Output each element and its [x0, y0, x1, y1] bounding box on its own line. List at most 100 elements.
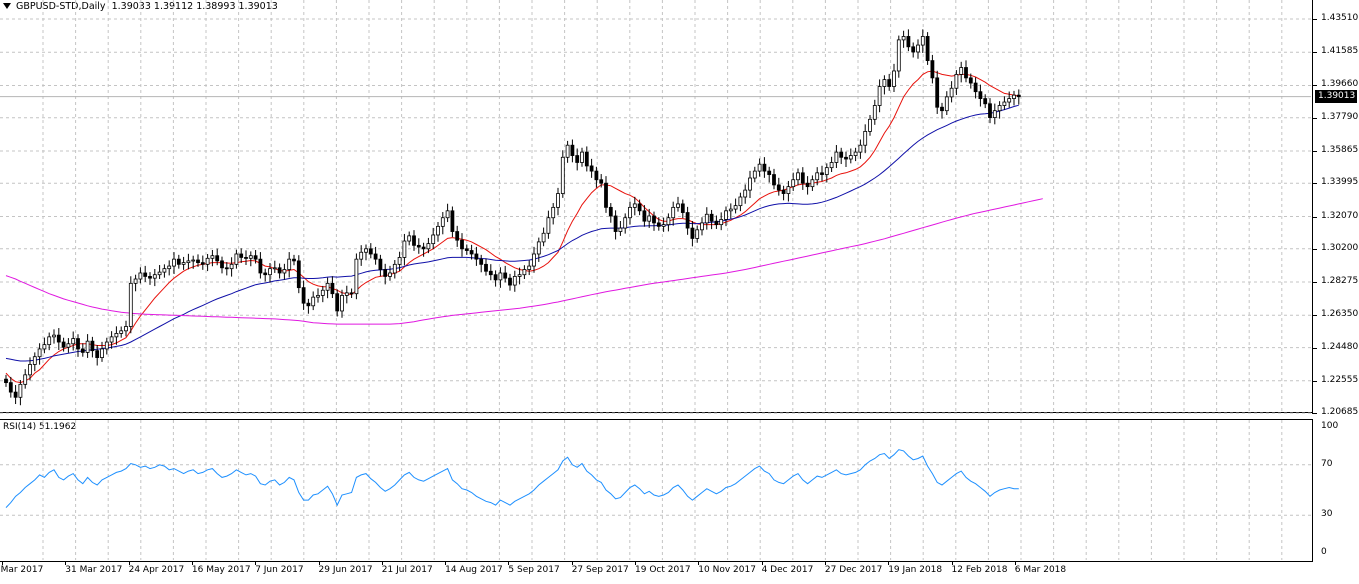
candle-body: [272, 267, 277, 270]
candle-body: [119, 330, 124, 334]
candle-body: [109, 336, 114, 343]
candle-body: [767, 170, 772, 175]
candle-body: [282, 269, 287, 274]
candle-body: [42, 344, 47, 350]
candle-body: [426, 243, 431, 250]
candle-body: [340, 295, 344, 312]
candle-body: [450, 210, 455, 232]
candle-body: [556, 193, 560, 208]
candle-body: [916, 44, 920, 53]
candle-body: [349, 292, 354, 295]
candle-body: [464, 248, 469, 251]
candle-body: [954, 74, 959, 89]
candle-body: [224, 267, 229, 270]
candle-body: [421, 246, 426, 250]
candle-body: [527, 265, 532, 270]
candle-body: [714, 220, 719, 226]
date-tick-label: 6 Mar 2018: [1014, 565, 1067, 575]
candle-body: [728, 208, 733, 212]
candle-body: [522, 269, 527, 276]
candle-body: [263, 272, 268, 276]
candle-body: [172, 258, 176, 267]
price-tick: [1312, 248, 1317, 250]
candle-body: [325, 282, 330, 291]
candle-body: [796, 172, 800, 181]
candle-body: [287, 258, 292, 270]
date-tick-label: 5 Sep 2017: [508, 565, 560, 575]
candle-body: [388, 272, 392, 277]
price-tick-label: 1.33995: [1321, 177, 1359, 188]
candle-body: [32, 356, 37, 365]
date-tick-label: 4 Dec 2017: [761, 565, 814, 575]
date-tick-label: 12 Feb 2018: [951, 565, 1008, 575]
candle-body: [335, 293, 340, 312]
candle-body: [234, 253, 239, 265]
candle-body: [570, 144, 575, 156]
candle-body: [820, 172, 824, 175]
candle-body: [676, 203, 680, 208]
candle-body: [493, 274, 498, 281]
candle-body: [354, 258, 359, 295]
candle-body: [392, 263, 397, 274]
candle-body: [397, 257, 402, 265]
candle-body: [47, 336, 52, 346]
candle-body: [810, 179, 815, 188]
candle-body: [973, 82, 978, 93]
candle-body: [940, 106, 944, 112]
price-tick-label: 1.22555: [1321, 374, 1359, 385]
candle-body: [680, 203, 685, 213]
candle-body: [925, 36, 930, 62]
price-tick: [1312, 315, 1317, 317]
candle-body: [834, 151, 839, 163]
candle-body: [412, 235, 416, 246]
price-tick-label: 1.20685: [1321, 407, 1359, 418]
candle-body: [1012, 94, 1016, 99]
candle-body: [748, 177, 752, 191]
candle-body: [200, 262, 205, 265]
candle-body: [52, 334, 56, 338]
candle-body: [647, 215, 652, 222]
candle-body: [114, 333, 119, 338]
candle-body: [104, 341, 109, 350]
price-tick-label: 1.39660: [1321, 79, 1359, 90]
rsi-tick-label: 0: [1321, 547, 1327, 557]
rsi-tick-label: 100: [1321, 421, 1339, 431]
candle-body: [474, 253, 479, 260]
candle-body: [253, 255, 258, 260]
candle-body: [402, 240, 407, 258]
candle-body: [296, 260, 301, 289]
price-tick-label: 1.30200: [1321, 242, 1359, 253]
candle-body: [364, 248, 368, 253]
candle-body: [920, 36, 925, 46]
date-tick-label: 9 Mar 2017: [0, 565, 44, 575]
candle-body: [733, 205, 738, 210]
candle-body: [772, 174, 776, 186]
candle-body: [700, 222, 704, 231]
candle-body: [186, 260, 191, 264]
candle-body: [695, 229, 700, 239]
candle-body: [824, 167, 829, 175]
candle-body: [23, 374, 28, 385]
candle-body: [829, 162, 834, 169]
candle-body: [757, 163, 762, 172]
candle-body: [445, 210, 450, 219]
candle-body: [378, 258, 383, 270]
candle-body: [498, 272, 503, 281]
price-tick: [1312, 282, 1317, 284]
date-tick-label: 27 Sep 2017: [571, 565, 629, 575]
candle-body: [440, 217, 445, 227]
candle-body: [71, 338, 76, 345]
candle-body: [162, 268, 167, 273]
candle-body: [848, 155, 853, 160]
candle-body: [124, 326, 128, 332]
candle-body: [1016, 94, 1021, 98]
price-tick-label: 1.35865: [1321, 144, 1359, 155]
candle-body: [18, 383, 23, 398]
candle-body: [690, 227, 695, 239]
candle-body: [815, 172, 820, 181]
candle-body: [320, 289, 325, 296]
candle-body: [191, 259, 196, 262]
price-tick-label: 1.37790: [1321, 111, 1359, 122]
candle-body: [517, 274, 522, 277]
candle-body: [532, 253, 536, 267]
